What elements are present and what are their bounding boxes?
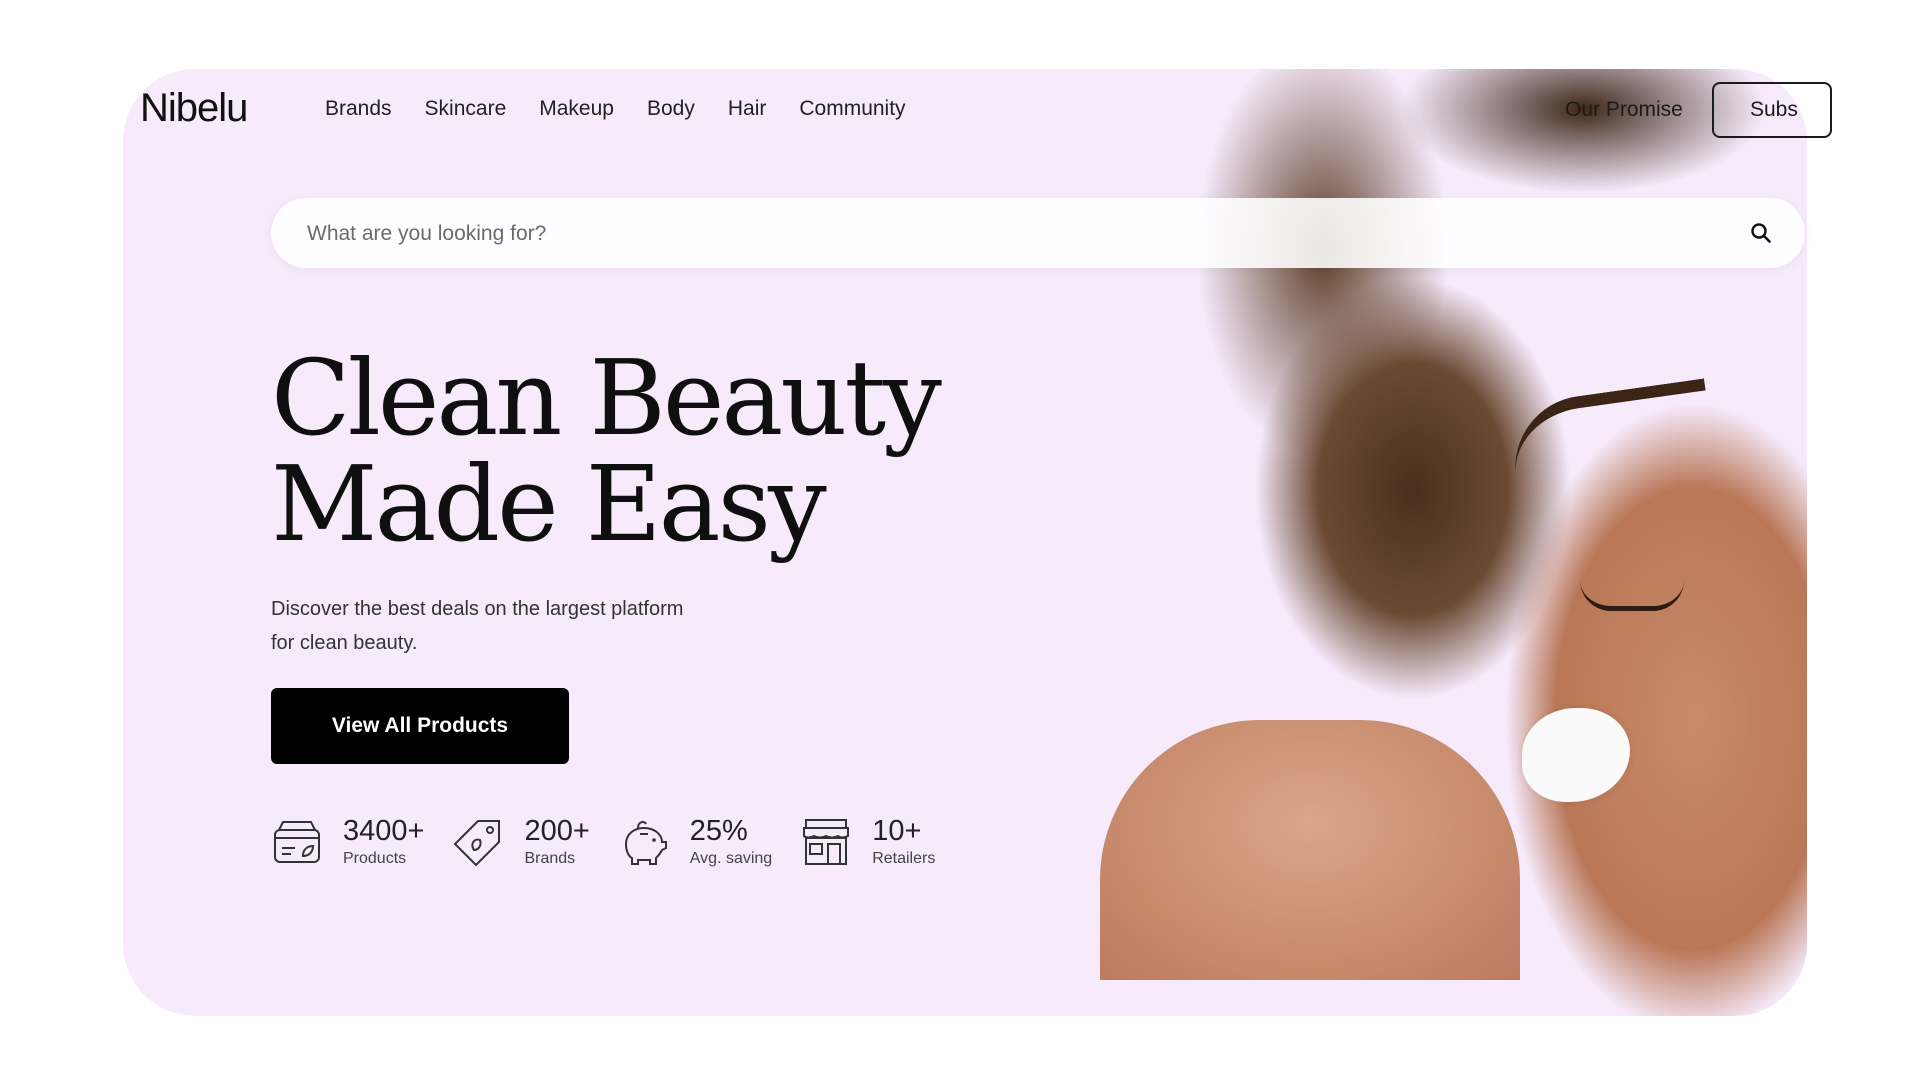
stats-row: 3400+ Products 200+ Brands 25% Avg. savi…: [271, 816, 963, 868]
nav-item-hair[interactable]: Hair: [728, 97, 767, 121]
stat-saving-label: Avg. saving: [689, 850, 773, 867]
hero-subtitle: Discover the best deals on the largest p…: [271, 598, 684, 654]
stat-retailers: 10+ Retailers: [800, 816, 935, 868]
nav-item-body[interactable]: Body: [647, 97, 695, 121]
hero-headline-line1: Clean Beauty: [271, 337, 942, 459]
hero-headline-line2: Made Easy: [271, 443, 827, 565]
stat-products-value: 3400+: [343, 815, 425, 847]
stat-saving-value: 25%: [689, 815, 748, 847]
nav-item-brands[interactable]: Brands: [325, 97, 392, 121]
stat-products: 3400+ Products: [271, 816, 424, 868]
stat-brands-label: Brands: [524, 850, 576, 867]
view-all-products-button[interactable]: View All Products: [271, 688, 569, 764]
tag-icon: [454, 820, 501, 867]
stat-brands: 200+ Brands: [452, 815, 590, 868]
stat-brands-value: 200+: [524, 815, 590, 847]
hero-photo-hand: [1100, 720, 1520, 980]
brand-logo[interactable]: Nibelu: [140, 86, 248, 131]
hero-photo-eye: [1580, 580, 1684, 611]
product-jar-icon: [274, 821, 320, 863]
stat-saving: 25% Avg. saving: [618, 816, 772, 868]
stat-retailers-value: 10+: [872, 815, 922, 847]
main-nav: Brands Skincare Makeup Body Hair Communi…: [325, 97, 939, 121]
stat-retailers-label: Retailers: [872, 850, 936, 867]
nav-item-skincare[interactable]: Skincare: [425, 97, 507, 121]
nav-item-community[interactable]: Community: [799, 97, 905, 121]
search-icon[interactable]: [1749, 221, 1773, 245]
stat-products-label: Products: [343, 850, 407, 867]
piggy-bank-icon: [624, 820, 667, 865]
hero-headline: Clean Beauty Made Easy: [271, 337, 942, 565]
search-input[interactable]: [305, 198, 1689, 270]
nav-item-makeup[interactable]: Makeup: [539, 97, 614, 121]
search-bar: [271, 198, 1805, 270]
subscribe-button[interactable]: Subs: [1712, 82, 1832, 138]
storefront-icon: [803, 819, 850, 865]
our-promise-link[interactable]: Our Promise: [1565, 98, 1683, 122]
